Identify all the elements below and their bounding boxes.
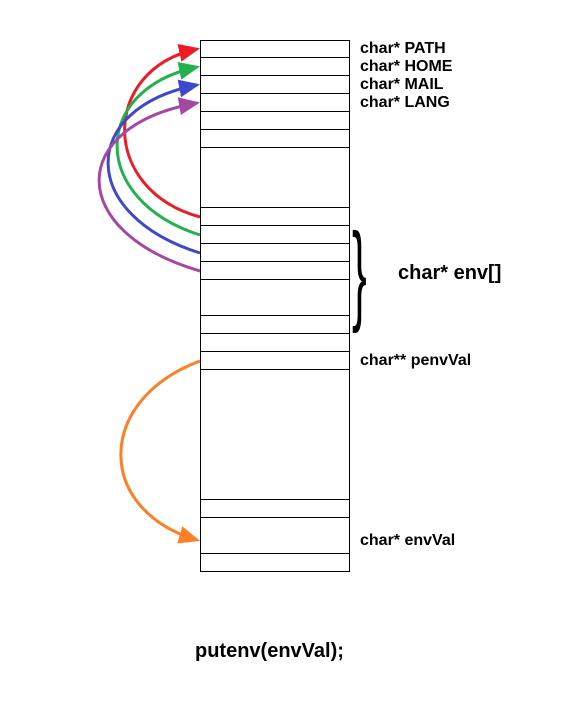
stack-row: [200, 554, 350, 572]
stack-row: [200, 130, 350, 148]
label-lang: char* LANG: [360, 94, 450, 112]
arrow-penvval-to-envval: [121, 361, 200, 540]
stack-row-path: [200, 40, 350, 58]
arrow-env0-to-path: [125, 49, 200, 217]
stack-row: [200, 500, 350, 518]
stack-row-mail: [200, 76, 350, 94]
stack-row-env-5: [200, 316, 350, 334]
stack-row-envval: [200, 518, 350, 554]
stack-row-env-4: [200, 280, 350, 316]
stack-row-env-0: [200, 208, 350, 226]
stack-row: [200, 112, 350, 130]
label-mail: char* MAIL: [360, 76, 444, 94]
stack-row-lang: [200, 94, 350, 112]
stack-row-home: [200, 58, 350, 76]
label-env: char* env[]: [398, 262, 501, 285]
arrow-env2-to-mail: [108, 85, 200, 253]
stack-row-gap: [200, 370, 350, 500]
label-penvval: char** penvVal: [360, 352, 471, 370]
stack-row-penvval: [200, 352, 350, 370]
label-envval: char* envVal: [360, 532, 455, 550]
stack-row-env-3: [200, 262, 350, 280]
arrow-env1-to-home: [117, 67, 200, 235]
label-home: char* HOME: [360, 58, 452, 76]
stack-row: [200, 334, 350, 352]
caption-putenv: putenv(envVal);: [195, 640, 344, 663]
arrow-env3-to-lang: [99, 103, 200, 271]
stack-row-env-1: [200, 226, 350, 244]
stack-row-env-2: [200, 244, 350, 262]
label-path: char* PATH: [360, 40, 446, 58]
stack-row-gap: [200, 148, 350, 208]
memory-stack: [200, 40, 350, 572]
brace-icon: }: [352, 218, 367, 328]
